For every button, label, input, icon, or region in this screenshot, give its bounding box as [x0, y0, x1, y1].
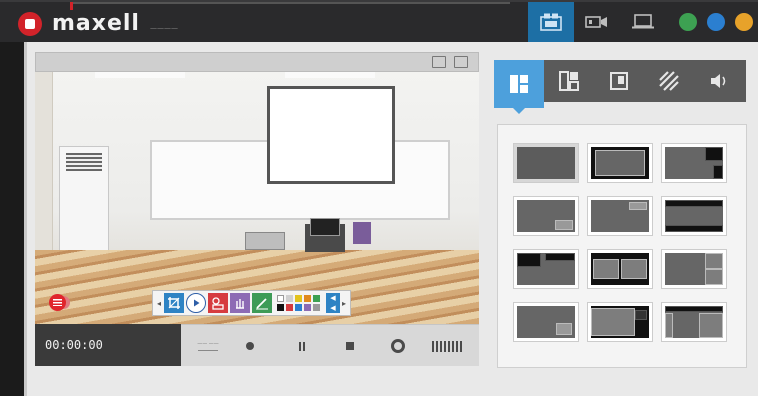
layout-option-bottom-right-small[interactable]: [513, 302, 579, 342]
stop-button[interactable]: [341, 337, 359, 355]
color-palette: [277, 295, 320, 311]
ceiling-light: [95, 72, 185, 78]
audio-level-meter[interactable]: [427, 337, 467, 355]
fullscreen-icon[interactable]: [454, 56, 468, 68]
camera-layout-icon: [540, 13, 562, 31]
pause-button[interactable]: [293, 337, 311, 355]
status-dot-green[interactable]: [679, 13, 697, 31]
record-button[interactable]: [241, 337, 259, 355]
record-menu-button[interactable]: [49, 294, 71, 312]
layout-option-top-left-dark[interactable]: [513, 249, 579, 289]
split-layout-icon: [559, 71, 579, 91]
equipment: [245, 232, 285, 250]
top-toolbar: [528, 2, 758, 42]
toolbar-left-arrow-icon[interactable]: ◂: [155, 299, 163, 308]
play-button[interactable]: [186, 293, 206, 313]
speaker-icon: ◀: [330, 294, 336, 302]
color-swatch[interactable]: [277, 295, 284, 302]
single-view-icon: [610, 72, 628, 90]
layout-options-panel: [497, 124, 747, 368]
stripes-icon: [659, 71, 679, 91]
timecode-display: 00:00:00: [35, 324, 181, 366]
tab-effects[interactable]: [644, 60, 694, 102]
color-swatch[interactable]: [286, 295, 293, 302]
hand-icon: [236, 299, 244, 309]
layout-option-right-column[interactable]: [661, 249, 727, 289]
color-swatch[interactable]: [295, 304, 302, 311]
play-icon: [194, 299, 200, 307]
title-bar: maxell ————: [0, 0, 758, 42]
laptop-button[interactable]: [620, 2, 666, 42]
progress-line: [70, 2, 510, 10]
volume-button[interactable]: ◀ ◀: [326, 293, 340, 313]
video-preview[interactable]: ◂ ◀ ◀ ▸: [35, 72, 479, 324]
camera-switch-icon: [212, 297, 224, 310]
video-camera-button[interactable]: [574, 2, 620, 42]
playback-controls: —— ——: [181, 324, 479, 366]
annotation-toolbar: ◂ ◀ ◀ ▸: [152, 290, 351, 316]
brand-subtitle: ————: [149, 23, 178, 32]
layout-grid-icon: [510, 75, 528, 93]
layout-option-side-by-side[interactable]: [587, 249, 653, 289]
laptop-icon: [632, 14, 654, 29]
color-swatch[interactable]: [277, 304, 284, 311]
layout-option-top-right-small[interactable]: [587, 196, 653, 236]
layout-option-single[interactable]: [513, 143, 579, 183]
color-swatch[interactable]: [313, 304, 320, 311]
pause-icon: [299, 341, 301, 351]
layout-option-bottom-right-pip[interactable]: [513, 196, 579, 236]
hand-button[interactable]: [230, 293, 250, 313]
color-swatch[interactable]: [286, 304, 293, 311]
app-logo-icon: [18, 11, 42, 36]
layout-option-top-right-pip[interactable]: [661, 143, 727, 183]
chair: [353, 222, 371, 244]
layout-option-three-panel[interactable]: [661, 302, 727, 342]
speaker-icon: ◀: [330, 304, 336, 312]
crop-button[interactable]: [164, 293, 184, 313]
brand-name: maxell: [52, 11, 140, 36]
monitor: [310, 218, 340, 236]
tab-single-view[interactable]: [594, 60, 644, 102]
pen-button[interactable]: [252, 293, 272, 313]
video-header: [35, 52, 479, 72]
tab-layouts[interactable]: [494, 60, 544, 114]
speaker-icon: [711, 74, 726, 88]
layout-tab-bar: [494, 60, 746, 114]
color-swatch[interactable]: [304, 304, 311, 311]
crop-icon: [168, 297, 180, 309]
video-camera-icon: [585, 16, 607, 28]
brand: maxell ————: [18, 11, 178, 36]
layout-option-top-bottom-bars[interactable]: [661, 196, 727, 236]
projection-screen: [267, 86, 395, 184]
tab-split-layouts[interactable]: [544, 60, 594, 102]
layout-grid: [513, 143, 727, 342]
tab-audio[interactable]: [694, 60, 744, 102]
status-dot-blue[interactable]: [707, 13, 725, 31]
stop-icon: [346, 342, 354, 350]
camera-switch-button[interactable]: [208, 293, 228, 313]
color-swatch[interactable]: [313, 295, 320, 302]
pen-icon: [256, 298, 268, 310]
color-swatch[interactable]: [304, 295, 311, 302]
snapshot-icon[interactable]: [432, 56, 446, 68]
record-icon: [246, 342, 254, 350]
ceiling-light: [285, 72, 375, 78]
toolbar-right-arrow-icon[interactable]: ▸: [340, 299, 348, 308]
camera-layout-button[interactable]: [528, 2, 574, 42]
refresh-button[interactable]: [387, 337, 409, 355]
status-dot-orange[interactable]: [735, 13, 753, 31]
source-label-text: —— ——: [197, 341, 219, 347]
refresh-icon: [391, 339, 405, 353]
color-swatch[interactable]: [295, 295, 302, 302]
layout-option-single-dark[interactable]: [587, 143, 653, 183]
main-panel: ◂ ◀ ◀ ▸ 00:00:00 —— ——: [24, 42, 758, 396]
source-label: —— ——: [195, 337, 221, 355]
layout-option-big-with-small-dark[interactable]: [587, 302, 653, 342]
